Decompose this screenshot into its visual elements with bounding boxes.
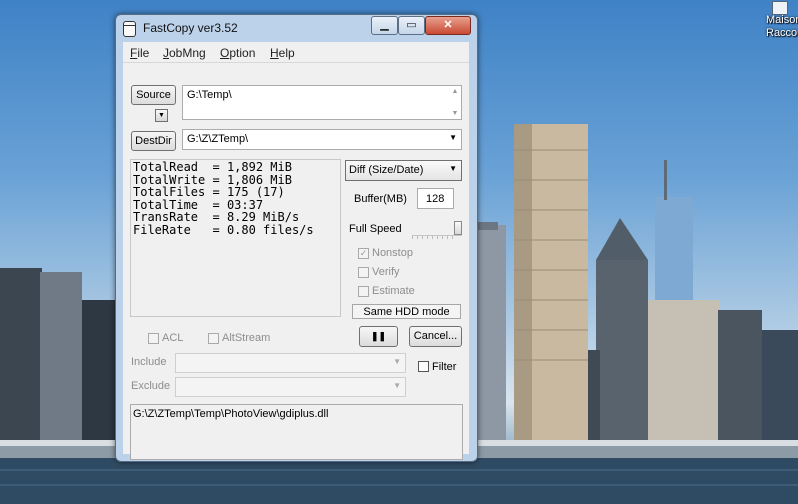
title-bar[interactable]: FastCopy ver3.52 ▁ ▭ ✕ (116, 15, 477, 41)
acl-label: ACL (162, 332, 184, 344)
menu-file[interactable]: File (130, 46, 149, 60)
window-client-area: File JobMng Option Help Source ▼ G:\Temp… (123, 42, 469, 460)
close-button[interactable]: ✕ (425, 16, 471, 35)
estimate-label: Estimate (372, 285, 415, 297)
source-path-value: G:\Temp\ (187, 89, 232, 101)
buffer-size-input[interactable]: 128 (417, 188, 454, 209)
nonstop-label: Nonstop (372, 247, 413, 259)
source-history-dropdown[interactable]: ▼ (155, 109, 168, 122)
altstream-checkbox[interactable] (208, 333, 219, 344)
current-file-display: G:\Z\ZTemp\Temp\PhotoView\gdiplus.dll (130, 404, 463, 460)
stat-row: FileRate = 0.80 files/s (133, 222, 314, 237)
current-file-path: G:\Z\ZTemp\Temp\PhotoView\gdiplus.dll (133, 408, 329, 420)
speed-label: Full Speed (349, 223, 402, 235)
menu-jobmng[interactable]: JobMng (163, 46, 206, 60)
exclude-combo[interactable]: ▼ (175, 377, 406, 397)
shortcut-label-line1: Maison (766, 14, 798, 26)
hdd-mode-indicator: Same HDD mode (352, 304, 461, 319)
verify-checkbox[interactable] (358, 267, 369, 278)
verify-label: Verify (372, 266, 400, 278)
menu-bar: File JobMng Option Help (123, 42, 469, 63)
nonstop-checkbox[interactable]: ✓ (358, 248, 369, 259)
menu-help[interactable]: Help (270, 46, 295, 60)
filter-label: Filter (432, 361, 457, 373)
window-title: FastCopy ver3.52 (143, 21, 238, 35)
destdir-button[interactable]: DestDir (131, 131, 176, 151)
desktop-shortcut[interactable]: Maison Raccou (766, 1, 798, 40)
altstream-label: AltStream (222, 332, 271, 344)
chevron-down-icon: ▼ (393, 357, 401, 366)
buffer-label: Buffer(MB) (354, 193, 407, 205)
estimate-checkbox[interactable] (358, 286, 369, 297)
pause-button[interactable]: ❚❚ (359, 326, 398, 347)
shortcut-label-line2: Raccou (766, 27, 798, 39)
maximize-button[interactable]: ▭ (398, 16, 425, 35)
shortcut-icon (772, 1, 788, 15)
scroll-up-icon[interactable]: ▲ (451, 88, 459, 95)
cancel-button[interactable]: Cancel... (409, 326, 462, 347)
fastcopy-window: FastCopy ver3.52 ▁ ▭ ✕ File JobMng Optio… (115, 14, 478, 462)
menu-option[interactable]: Option (220, 46, 255, 60)
acl-checkbox[interactable] (148, 333, 159, 344)
slider-ticks (412, 236, 456, 239)
destdir-combo[interactable]: G:\Z\ZTemp\ ▼ (182, 129, 462, 150)
source-path-field[interactable]: G:\Temp\ ▲ ▼ (182, 85, 462, 120)
filter-checkbox[interactable] (418, 361, 429, 372)
minimize-button[interactable]: ▁ (371, 16, 398, 35)
copy-mode-select[interactable]: Diff (Size/Date) ▼ (345, 160, 462, 181)
include-label: Include (131, 356, 167, 368)
source-button[interactable]: Source (131, 85, 176, 105)
scroll-down-icon[interactable]: ▼ (451, 110, 459, 117)
statistics-panel: TotalRead = 1,892 MiB TotalWrite = 1,806… (130, 159, 341, 317)
chevron-down-icon: ▼ (449, 133, 457, 142)
destdir-path-value: G:\Z\ZTemp\ (187, 133, 249, 145)
exclude-label: Exclude (131, 380, 171, 392)
fastcopy-app-icon (123, 21, 136, 37)
copy-mode-value: Diff (Size/Date) (349, 164, 424, 176)
include-combo[interactable]: ▼ (175, 353, 406, 373)
chevron-down-icon: ▼ (393, 381, 401, 390)
speed-slider[interactable] (412, 221, 462, 239)
speed-slider-thumb[interactable] (454, 221, 462, 235)
chevron-down-icon: ▼ (449, 164, 457, 173)
